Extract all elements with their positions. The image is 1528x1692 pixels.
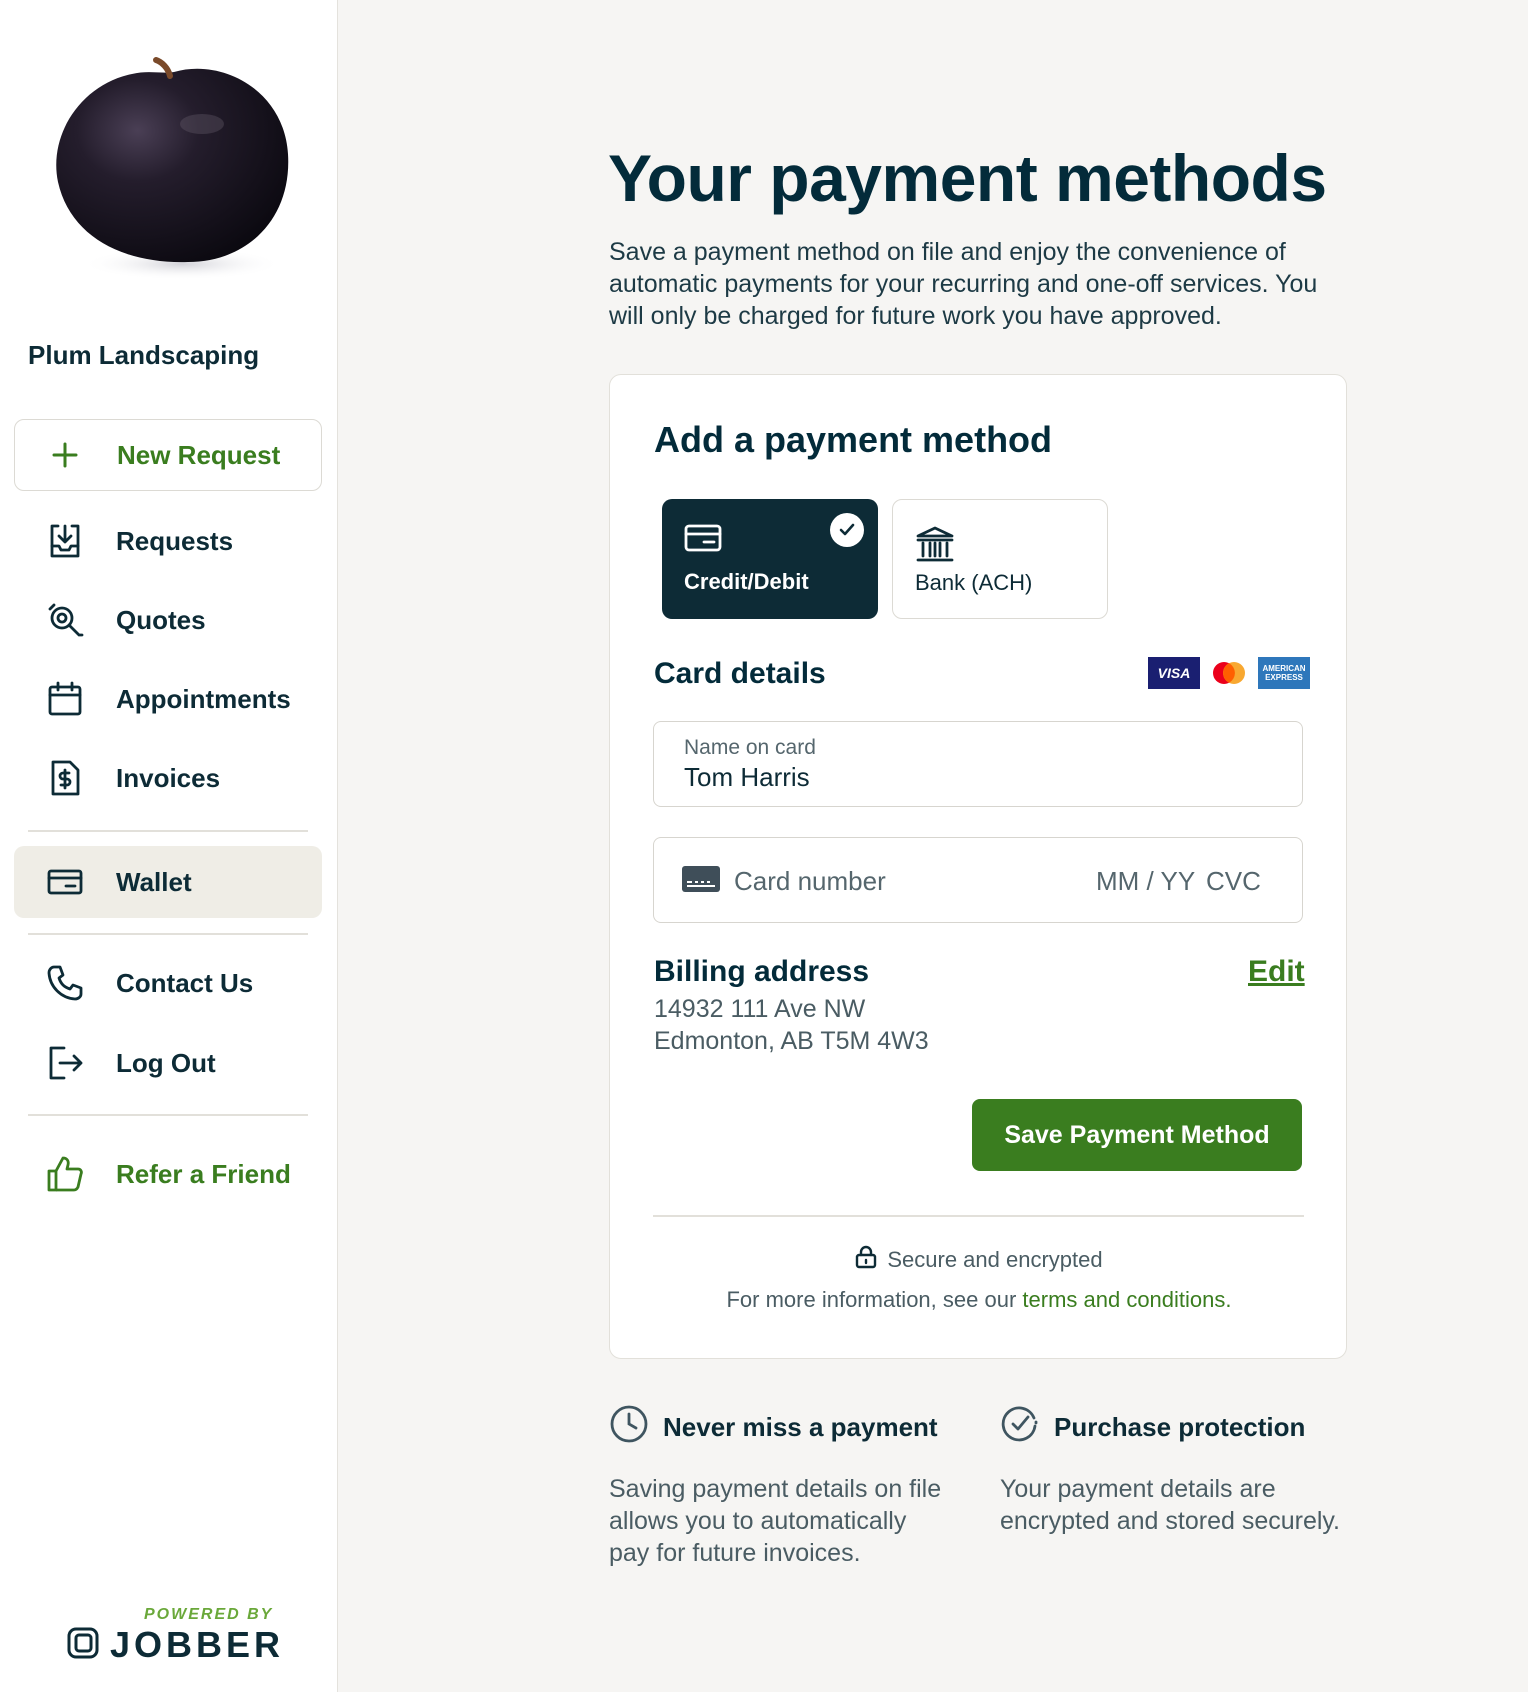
jobber-wordmark: JOBBER — [110, 1624, 285, 1665]
sidebar-item-quotes[interactable]: Quotes — [14, 584, 322, 656]
card-number-icon — [682, 866, 720, 897]
feature-description: Saving payment details on file allows yo… — [609, 1475, 942, 1567]
wallet-card-icon — [30, 863, 100, 901]
method-label: Bank (ACH) — [915, 570, 1033, 595]
sidebar-item-log-out[interactable]: Log Out — [14, 1027, 322, 1099]
powered-by-label: POWERED BY — [144, 1606, 274, 1623]
sidebar-item-label: Invoices — [116, 762, 221, 793]
check-icon — [830, 513, 864, 547]
name-on-card-input[interactable] — [684, 762, 1264, 793]
company-logo — [52, 50, 296, 290]
phone-icon — [30, 964, 100, 1002]
sidebar-item-requests[interactable]: Requests — [14, 505, 322, 577]
method-label: Credit/Debit — [684, 569, 809, 594]
address-line-2: Edmonton, AB T5M 4W3 — [654, 1027, 929, 1055]
company-name: Plum Landscaping — [28, 340, 260, 370]
card-heading: Add a payment method — [654, 419, 1053, 460]
thumbs-up-icon — [30, 1155, 100, 1193]
secure-notice: Secure and encrypted — [610, 1245, 1348, 1275]
sidebar-item-label: Appointments — [116, 683, 291, 714]
method-bank-ach[interactable]: Bank (ACH) — [892, 499, 1108, 619]
card-number-field[interactable]: Card number MM / YY CVC — [653, 837, 1303, 923]
add-payment-method-card: Add a payment method Credit/Debit Bank (… — [609, 374, 1347, 1359]
terms-link[interactable]: terms and conditions. — [1022, 1287, 1231, 1312]
lock-icon — [855, 1245, 877, 1275]
new-request-button[interactable]: New Request — [14, 419, 322, 491]
calendar-icon — [30, 680, 100, 718]
logout-icon — [30, 1044, 100, 1082]
feature-purchase-protection: Purchase protection Your payment details… — [1000, 1404, 1340, 1537]
sidebar-item-refer-a-friend[interactable]: Refer a Friend — [14, 1138, 322, 1210]
name-on-card-label: Name on card — [684, 736, 816, 759]
quote-search-icon — [30, 601, 100, 639]
jobber-logo: JOBBER — [66, 1624, 284, 1666]
mastercard-logo-icon — [1206, 657, 1252, 689]
feature-title: Never miss a payment — [663, 1412, 938, 1442]
sidebar-item-label: Quotes — [116, 604, 206, 635]
amex-logo-icon: AMERICAN EXPRESS — [1258, 657, 1310, 689]
save-payment-method-button[interactable]: Save Payment Method — [972, 1099, 1302, 1171]
amex-line-1: AMERICAN — [1262, 664, 1306, 673]
sidebar-item-wallet[interactable]: Wallet — [14, 846, 322, 918]
edit-billing-link[interactable]: Edit — [1248, 955, 1305, 989]
terms-text: For more information, see our terms and … — [610, 1287, 1348, 1313]
card-details-heading: Card details — [654, 657, 826, 690]
invoice-dollar-icon — [30, 759, 100, 797]
page-intro: Save a payment method on file and enjoy … — [609, 238, 1318, 330]
new-request-label: New Request — [117, 439, 281, 470]
card-number-placeholder: Card number — [734, 866, 886, 896]
sidebar-item-label: Refer a Friend — [116, 1158, 291, 1189]
clock-icon — [609, 1404, 649, 1451]
cvc-placeholder: CVC — [1206, 866, 1261, 896]
check-circle-icon — [1000, 1404, 1040, 1451]
sidebar-item-appointments[interactable]: Appointments — [14, 663, 322, 735]
feature-never-miss: Never miss a payment Saving payment deta… — [609, 1404, 949, 1569]
sidebar-item-contact-us[interactable]: Contact Us — [14, 947, 322, 1019]
card-divider — [653, 1215, 1304, 1217]
secure-label: Secure and encrypted — [887, 1247, 1103, 1272]
sidebar-divider — [28, 830, 308, 832]
billing-address-heading: Billing address — [654, 955, 870, 988]
sidebar-item-label: Wallet — [116, 866, 192, 897]
sidebar: Plum Landscaping New Request Requests Qu… — [0, 0, 338, 1692]
plus-icon — [51, 441, 101, 469]
method-credit-debit[interactable]: Credit/Debit — [662, 499, 878, 619]
sidebar-item-label: Log Out — [116, 1047, 216, 1078]
address-line-1: 14932 111 Ave NW — [654, 995, 866, 1023]
sidebar-item-label: Requests — [116, 525, 234, 556]
jobber-mark-icon — [66, 1626, 100, 1665]
expiry-placeholder: MM / YY — [1096, 866, 1196, 896]
amex-line-2: EXPRESS — [1265, 673, 1303, 682]
sidebar-divider — [28, 1114, 308, 1116]
visa-logo-icon: VISA — [1148, 657, 1200, 689]
sidebar-item-label: Contact Us — [116, 967, 254, 998]
credit-card-icon — [684, 523, 722, 558]
sidebar-item-invoices[interactable]: Invoices — [14, 742, 322, 814]
inbox-download-icon — [30, 522, 100, 560]
feature-description: Your payment details are encrypted and s… — [1000, 1475, 1341, 1535]
bank-icon — [915, 524, 955, 569]
card-brands: VISA AMERICAN EXPRESS — [1148, 657, 1310, 689]
sidebar-divider — [28, 933, 308, 935]
feature-title: Purchase protection — [1054, 1412, 1306, 1442]
name-on-card-field[interactable]: Name on card — [653, 721, 1303, 807]
terms-prefix: For more information, see our — [726, 1287, 1023, 1312]
page-title: Your payment methods — [608, 141, 1327, 215]
